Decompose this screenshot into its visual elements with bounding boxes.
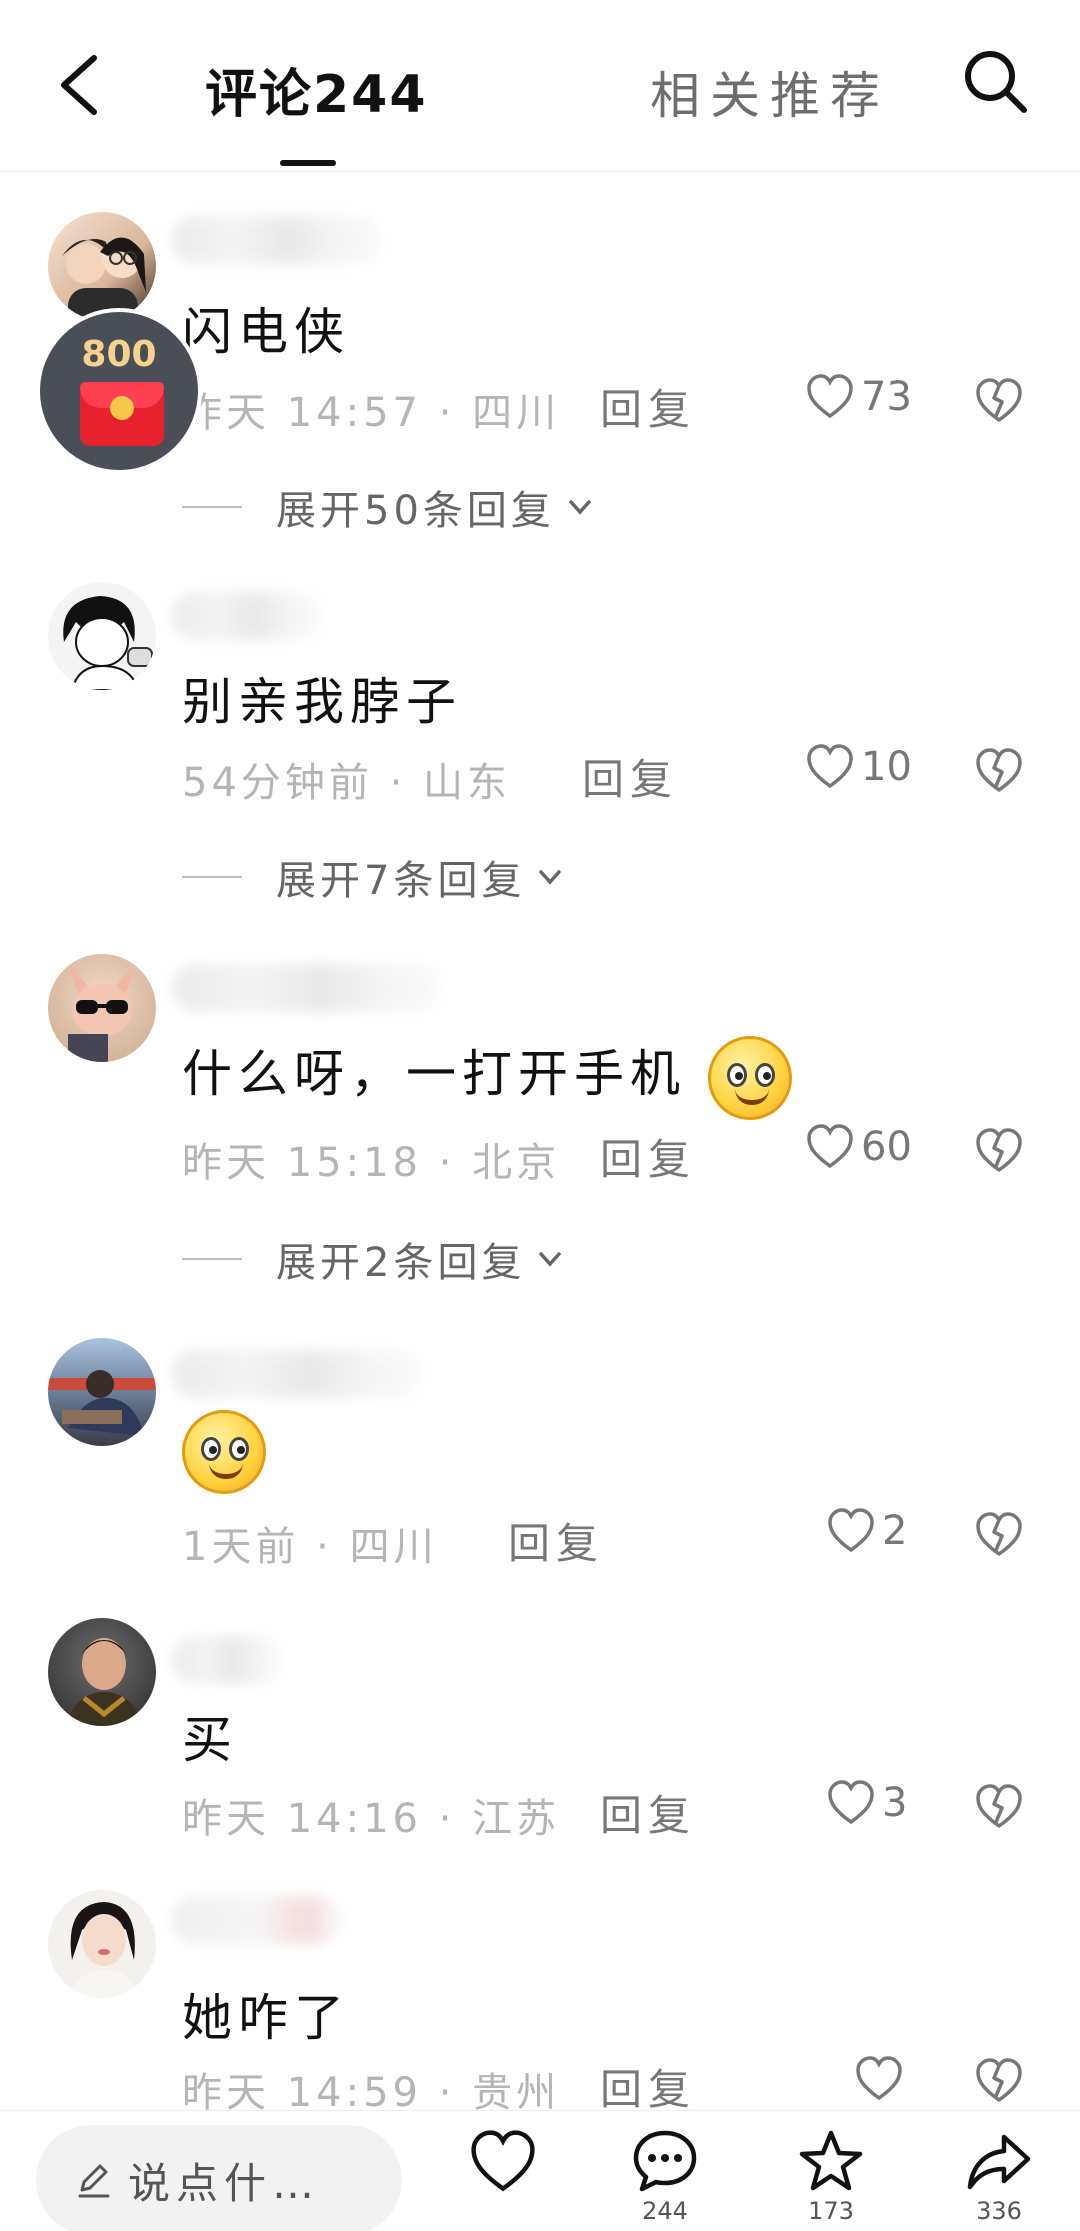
avatar[interactable] (48, 1338, 156, 1446)
comment-text: 她咋了 (182, 1989, 350, 2047)
heart-icon (471, 2130, 535, 2192)
avatar[interactable] (48, 1618, 156, 1726)
heart-icon (807, 374, 853, 419)
comment-item: 买 昨天 14:16 · 江苏 回复 3 (0, 1614, 1080, 1842)
like-video-button[interactable] (458, 2127, 548, 2201)
chevron-down-icon (569, 500, 591, 515)
expand-replies-label: 展开2条回复 (276, 1240, 526, 1286)
comment-meta: 1天前 · 四川 (182, 1524, 438, 1570)
comment-item: 她咋了 昨天 14:59 · 贵州 回复 (0, 1886, 1080, 2116)
comment-text: 闪电侠 (182, 303, 350, 361)
like-count: 10 (861, 744, 912, 790)
comment-input-placeholder: 说点什… (128, 2158, 321, 2208)
like-button[interactable]: 10 (805, 742, 912, 792)
comment-text-content: 什么呀，一打开手机 (182, 1045, 686, 1103)
expand-replies[interactable]: 展开50条回复 (182, 478, 595, 536)
divider (182, 506, 242, 508)
reply-button[interactable]: 回复 (600, 1126, 696, 1187)
share-count: 336 (976, 2197, 1022, 2225)
reply-button[interactable]: 回复 (600, 376, 696, 437)
red-envelope-icon (80, 382, 164, 446)
username-blurred[interactable] (172, 1636, 282, 1684)
like-button[interactable]: 60 (805, 1122, 912, 1172)
like-button[interactable]: 2 (826, 1506, 907, 1556)
comment-item: 1天前 · 四川 回复 2 (0, 1332, 1080, 1582)
bottom-action-bar: 说点什… 244 173 336 (0, 2110, 1080, 2231)
avatar[interactable] (48, 1890, 156, 1998)
favorite-button[interactable]: 173 (786, 2127, 876, 2225)
comment-input[interactable]: 说点什… (36, 2125, 402, 2231)
dislike-heart-icon[interactable] (974, 1782, 1024, 1832)
divider (182, 1258, 242, 1260)
like-count: 3 (882, 1780, 908, 1826)
username-blurred[interactable] (172, 1896, 342, 1944)
heart-icon (856, 2056, 902, 2101)
comment-text: 别亲我脖子 (182, 673, 462, 731)
avatar[interactable] (48, 212, 156, 320)
like-count: 60 (861, 1124, 912, 1170)
like-button[interactable]: 3 (826, 1778, 907, 1828)
heart-icon (828, 1508, 874, 1553)
tab-related[interactable]: 相关推荐 (650, 56, 890, 128)
like-button[interactable]: 73 (805, 372, 912, 422)
expand-replies-label: 展开7条回复 (276, 858, 526, 904)
favorite-count: 173 (808, 2197, 854, 2225)
comment-item: 别亲我脖子 54分钟前 · 山东 回复 10 展开7条回复 (0, 570, 1080, 910)
like-count: 73 (861, 374, 912, 420)
username-blurred[interactable] (172, 1350, 422, 1398)
divider (182, 876, 242, 878)
avatar[interactable] (48, 954, 156, 1062)
reply-button[interactable]: 回复 (600, 1782, 696, 1843)
comment-meta: 昨天 14:16 · 江苏 (182, 1796, 561, 1842)
heart-icon (807, 1124, 853, 1169)
back-arrow-icon[interactable] (54, 52, 106, 118)
reply-button[interactable]: 回复 (508, 1510, 604, 1571)
heart-icon (828, 1780, 874, 1825)
comment-text (182, 1410, 266, 1494)
comment-meta: 昨天 15:18 · 北京 (182, 1140, 561, 1186)
dislike-heart-icon[interactable] (974, 376, 1024, 426)
pencil-icon (78, 2164, 110, 2198)
smile-emoji-icon (707, 1035, 792, 1120)
comment-text: 买 (182, 1711, 238, 1769)
share-arrow-icon (967, 2134, 1031, 2190)
expand-replies-label: 展开50条回复 (276, 488, 555, 534)
red-packet-widget[interactable]: 800 (36, 308, 202, 474)
like-button[interactable] (854, 2054, 910, 2104)
expand-replies[interactable]: 展开2条回复 (182, 1230, 565, 1288)
chevron-down-icon (539, 870, 562, 885)
comment-bubble-icon (633, 2130, 697, 2192)
username-blurred[interactable] (172, 964, 442, 1012)
reply-button[interactable]: 回复 (600, 2056, 696, 2117)
search-icon[interactable] (960, 46, 1030, 116)
dislike-heart-icon[interactable] (974, 746, 1024, 796)
dislike-heart-icon[interactable] (974, 1510, 1024, 1560)
expand-replies[interactable]: 展开7条回复 (182, 848, 565, 906)
comments-button[interactable]: 244 (620, 2127, 710, 2225)
tab-comments[interactable]: 评论244 (205, 52, 428, 127)
comment-text: 什么呀，一打开手机 (182, 1034, 792, 1120)
red-packet-amount: 800 (81, 334, 157, 375)
tab-active-indicator (280, 160, 336, 166)
star-icon (799, 2130, 863, 2191)
share-button[interactable]: 336 (954, 2127, 1044, 2225)
heart-icon (807, 744, 853, 789)
comment-count: 244 (642, 2197, 688, 2225)
avatar[interactable] (48, 582, 156, 690)
like-count: 2 (882, 1508, 908, 1554)
comment-meta: 昨天 14:57 · 四川 (182, 390, 561, 436)
comment-item: 什么呀，一打开手机 昨天 15:18 · 北京 回复 60 展开2条回复 (0, 950, 1080, 1290)
username-blurred[interactable] (172, 592, 322, 640)
chevron-down-icon (539, 1252, 562, 1267)
dislike-heart-icon[interactable] (974, 2056, 1024, 2106)
username-blurred[interactable] (172, 216, 382, 264)
top-bar: 评论244 相关推荐 (0, 0, 1080, 172)
reply-button[interactable]: 回复 (582, 746, 678, 807)
dislike-heart-icon[interactable] (974, 1126, 1024, 1176)
comment-meta: 54分钟前 · 山东 (182, 760, 512, 806)
dazed-emoji-icon (182, 1410, 266, 1494)
